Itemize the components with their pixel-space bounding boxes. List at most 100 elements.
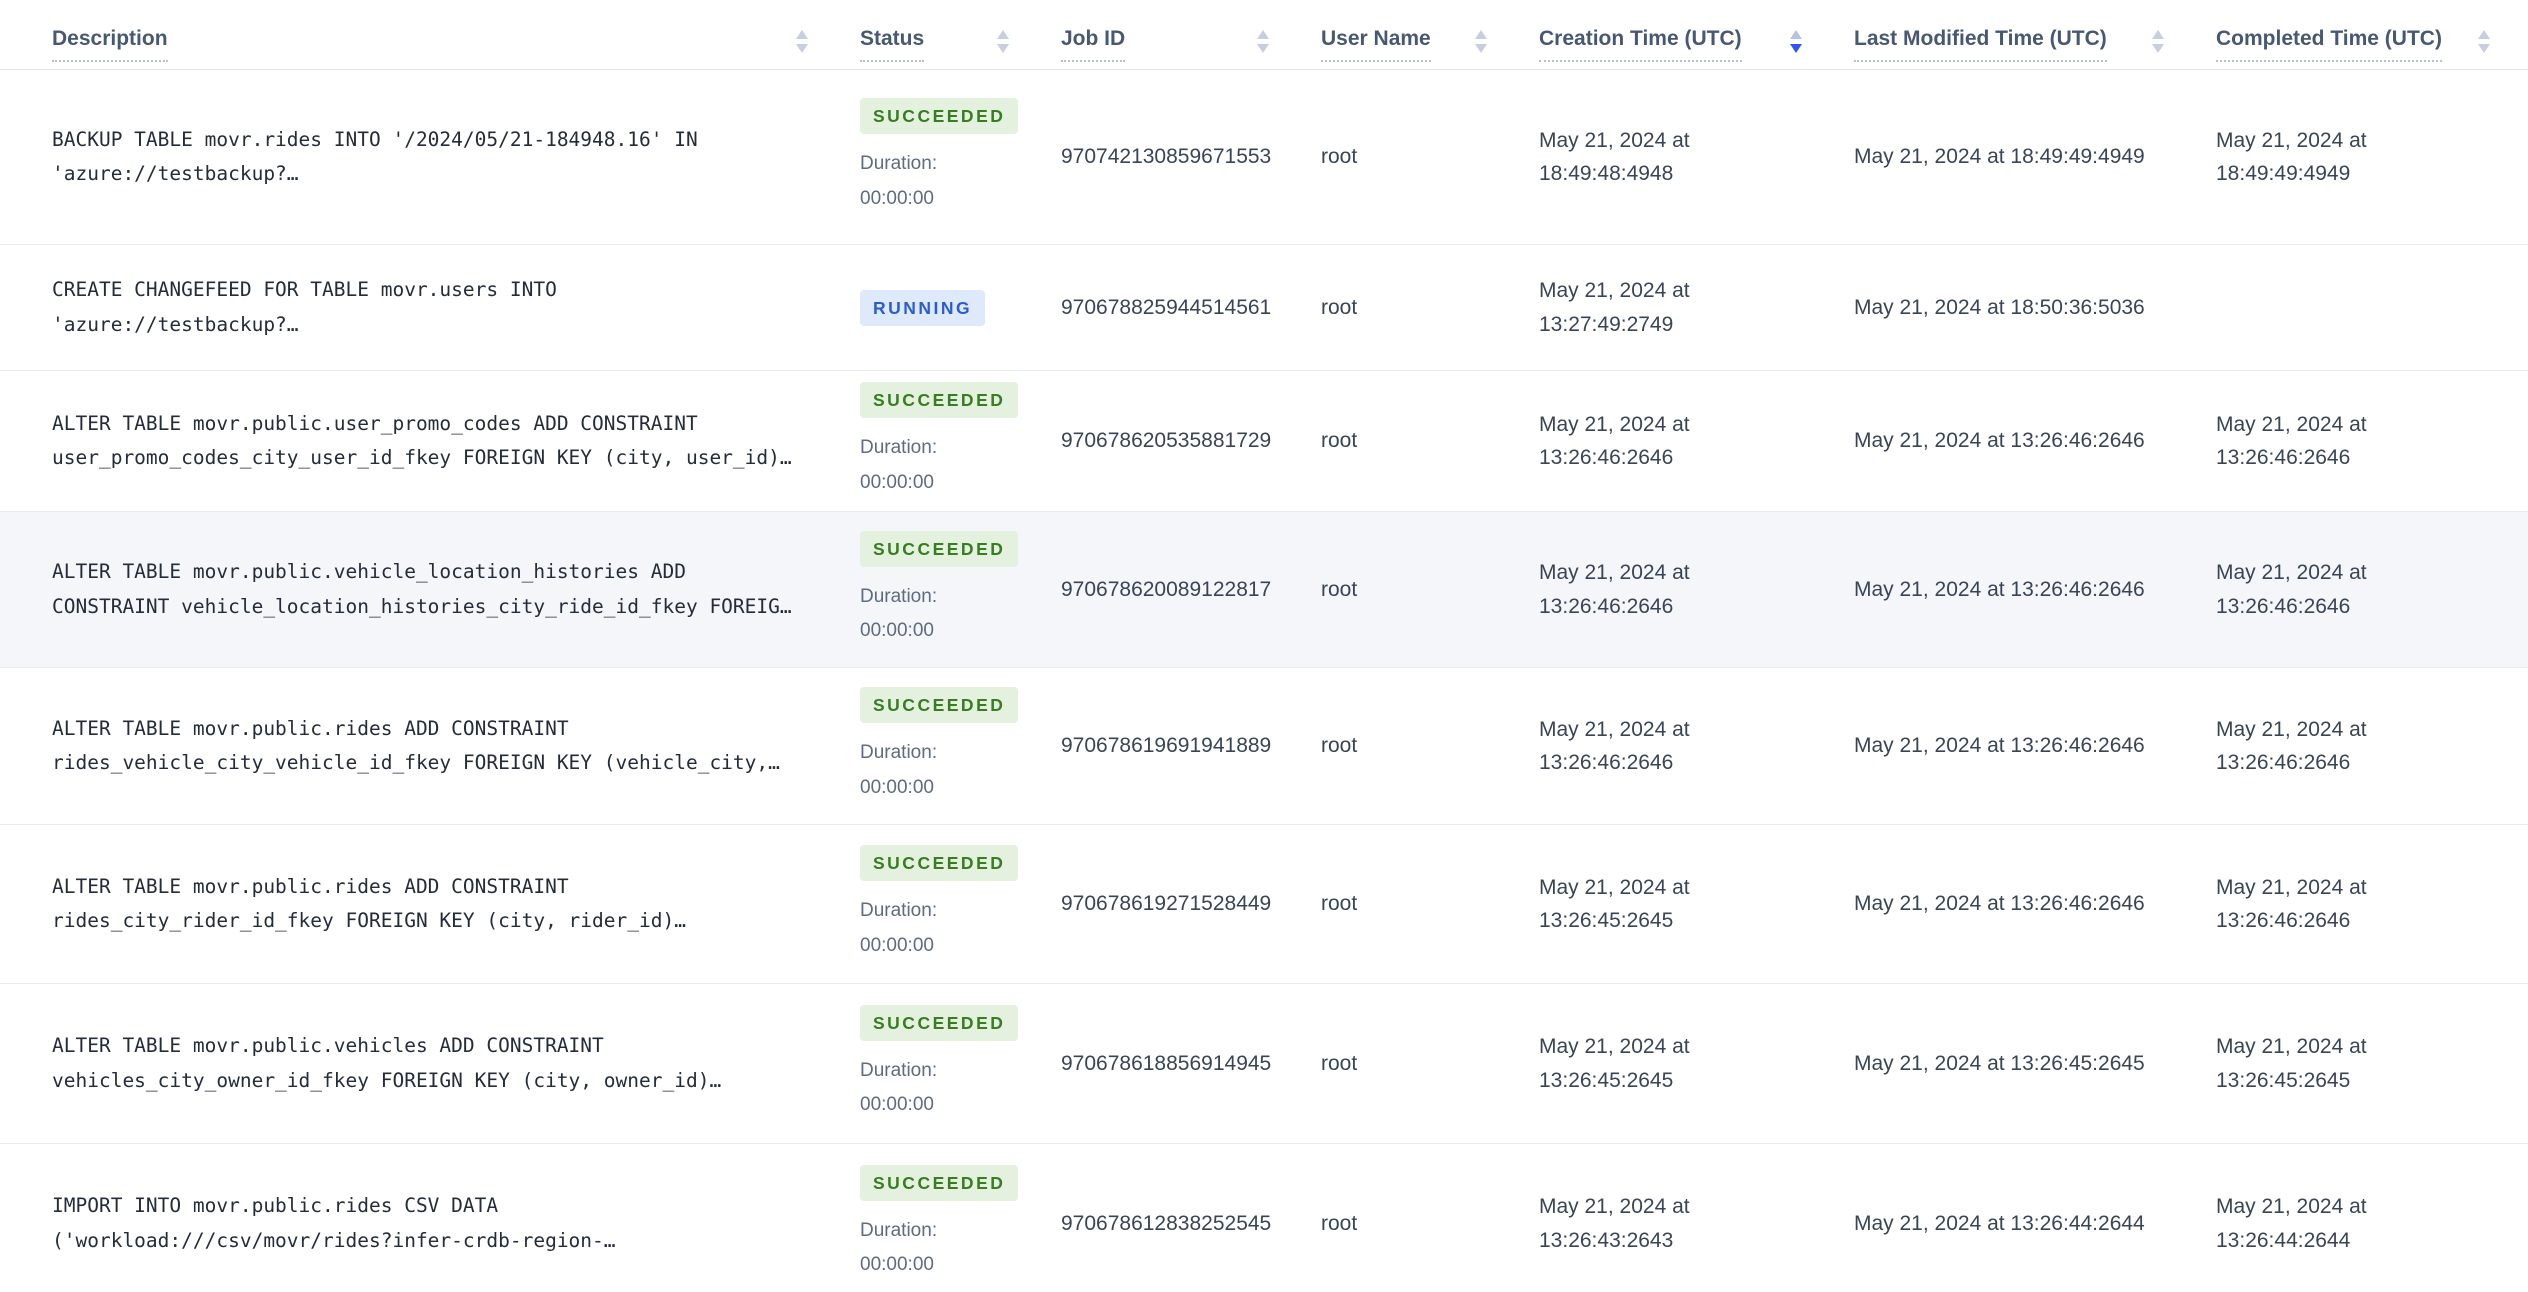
- user-name: root: [1321, 1211, 1358, 1235]
- duration-value: 00:00:00: [860, 471, 934, 493]
- job-id: 970678620089122817: [1061, 577, 1272, 601]
- sort-desc-icon: [1257, 44, 1269, 53]
- table-row[interactable]: ALTER TABLE movr.public.user_promo_codes…: [0, 371, 2528, 512]
- creation-time: May 21, 2024 at 13:26:45:2645: [1539, 875, 1690, 932]
- table-row[interactable]: ALTER TABLE movr.public.vehicle_location…: [0, 512, 2528, 668]
- last-modified-time: May 21, 2024 at 18:49:49:4949: [1854, 145, 2145, 169]
- job-duration: Duration: 00:00:00: [860, 1214, 1009, 1282]
- user-name: root: [1321, 295, 1358, 319]
- job-description: ALTER TABLE movr.public.rides ADD CONSTR…: [52, 874, 686, 932]
- duration-label: Duration:: [860, 742, 938, 764]
- sort-arrows[interactable]: [1257, 30, 1269, 53]
- job-description: IMPORT INTO movr.public.rides CSV DATA (…: [52, 1194, 616, 1252]
- column-header-label: Last Modified Time (UTC): [1854, 26, 2107, 62]
- table-row[interactable]: BACKUP TABLE movr.rides INTO '/2024/05/2…: [0, 70, 2528, 245]
- column-header-label: Description: [52, 26, 168, 62]
- job-description: BACKUP TABLE movr.rides INTO '/2024/05/2…: [52, 127, 698, 185]
- table-row[interactable]: IMPORT INTO movr.public.rides CSV DATA (…: [0, 1144, 2528, 1292]
- completed-time: May 21, 2024 at 13:26:46:2646: [2216, 717, 2367, 774]
- column-header-creation-time[interactable]: Creation Time (UTC): [1487, 0, 1802, 69]
- job-id: 970678620535881729: [1061, 429, 1272, 452]
- column-header-status[interactable]: Status: [808, 0, 1009, 69]
- column-header-job-id[interactable]: Job ID: [1009, 0, 1269, 69]
- sort-arrows[interactable]: [1475, 30, 1487, 53]
- user-name: root: [1321, 734, 1358, 757]
- job-description: CREATE CHANGEFEED FOR TABLE movr.users I…: [52, 278, 557, 336]
- duration-label: Duration:: [860, 585, 938, 607]
- user-name: root: [1321, 577, 1358, 601]
- column-header-label: Status: [860, 26, 925, 62]
- job-status-cell: RUNNING: [808, 289, 1009, 326]
- job-duration: Duration: 00:00:00: [860, 894, 1009, 962]
- table-row[interactable]: ALTER TABLE movr.public.rides ADD CONSTR…: [0, 825, 2528, 984]
- job-description: ALTER TABLE movr.public.user_promo_codes…: [52, 411, 792, 469]
- completed-time: May 21, 2024 at 13:26:46:2646: [2216, 875, 2367, 932]
- sort-desc-icon: [796, 44, 808, 53]
- job-id: 970678612838252545: [1061, 1211, 1272, 1235]
- user-name: root: [1321, 892, 1358, 915]
- job-status-cell: SUCCEEDED Duration: 00:00:00: [808, 530, 1019, 648]
- creation-time: May 21, 2024 at 13:26:46:2646: [1539, 412, 1690, 469]
- duration-label: Duration:: [860, 1219, 938, 1241]
- status-badge: SUCCEEDED: [860, 1164, 1019, 1201]
- sort-asc-icon: [796, 30, 808, 39]
- completed-time: May 21, 2024 at 18:49:49:4949: [2216, 128, 2367, 185]
- creation-time: May 21, 2024 at 13:26:43:2643: [1539, 1195, 1690, 1252]
- duration-label: Duration:: [860, 153, 938, 175]
- sort-arrows[interactable]: [2152, 30, 2164, 53]
- table-row[interactable]: ALTER TABLE movr.public.vehicles ADD CON…: [0, 984, 2528, 1144]
- duration-value: 00:00:00: [860, 187, 934, 209]
- user-name: root: [1321, 429, 1358, 452]
- column-header-completed-time[interactable]: Completed Time (UTC): [2164, 0, 2528, 69]
- column-header-description[interactable]: Description: [0, 0, 808, 69]
- column-header-user-name[interactable]: User Name: [1269, 0, 1487, 69]
- job-status-cell: SUCCEEDED Duration: 00:00:00: [808, 382, 1019, 499]
- sort-desc-icon: [1475, 44, 1487, 53]
- job-status-cell: SUCCEEDED Duration: 00:00:00: [808, 98, 1019, 215]
- table-header-row: Description Status Job ID User Name Crea…: [0, 0, 2528, 70]
- creation-time: May 21, 2024 at 13:26:46:2646: [1539, 717, 1690, 774]
- duration-value: 00:00:00: [860, 1094, 934, 1115]
- job-duration: Duration: 00:00:00: [860, 1054, 1009, 1122]
- status-badge: SUCCEEDED: [860, 845, 1019, 882]
- sort-arrows[interactable]: [2478, 30, 2490, 53]
- sort-arrows[interactable]: [997, 30, 1009, 53]
- sort-asc-icon: [1790, 30, 1802, 39]
- creation-time: May 21, 2024 at 13:26:45:2645: [1539, 1035, 1690, 1092]
- user-name: root: [1321, 1051, 1358, 1075]
- sort-asc-icon: [997, 30, 1009, 39]
- sort-desc-icon: [997, 44, 1009, 53]
- column-header-last-modified-time[interactable]: Last Modified Time (UTC): [1802, 0, 2164, 69]
- sort-asc-icon: [2152, 30, 2164, 39]
- table-row[interactable]: CREATE CHANGEFEED FOR TABLE movr.users I…: [0, 245, 2528, 371]
- sort-desc-icon: [1790, 44, 1802, 53]
- last-modified-time: May 21, 2024 at 13:26:44:2644: [1854, 1211, 2145, 1235]
- completed-time: May 21, 2024 at 13:26:44:2644: [2216, 1195, 2367, 1252]
- column-header-label: Job ID: [1061, 26, 1126, 62]
- status-badge: SUCCEEDED: [860, 1004, 1019, 1041]
- last-modified-time: May 21, 2024 at 13:26:46:2646: [1854, 734, 2145, 758]
- jobs-table: Description Status Job ID User Name Crea…: [0, 0, 2528, 1292]
- job-duration: Duration: 00:00:00: [860, 147, 1009, 215]
- completed-time: May 21, 2024 at 13:26:46:2646: [2216, 561, 2367, 618]
- table-body: BACKUP TABLE movr.rides INTO '/2024/05/2…: [0, 70, 2528, 1292]
- last-modified-time: May 21, 2024 at 13:26:46:2646: [1854, 429, 2145, 453]
- table-row[interactable]: ALTER TABLE movr.public.rides ADD CONSTR…: [0, 668, 2528, 825]
- sort-arrows[interactable]: [1790, 30, 1802, 53]
- status-badge: SUCCEEDED: [860, 530, 1019, 567]
- creation-time: May 21, 2024 at 13:26:46:2646: [1539, 561, 1690, 618]
- sort-arrows[interactable]: [796, 30, 808, 53]
- duration-label: Duration:: [860, 900, 938, 922]
- duration-value: 00:00:00: [860, 620, 934, 641]
- job-status-cell: SUCCEEDED Duration: 00:00:00: [808, 1004, 1019, 1122]
- completed-time: May 21, 2024 at 13:26:45:2645: [2216, 1035, 2367, 1092]
- job-id: 970678619691941889: [1061, 734, 1272, 757]
- column-header-label: User Name: [1321, 26, 1431, 62]
- last-modified-time: May 21, 2024 at 13:26:46:2646: [1854, 892, 2145, 916]
- sort-asc-icon: [2478, 30, 2490, 39]
- status-badge: SUCCEEDED: [860, 687, 1019, 724]
- last-modified-time: May 21, 2024 at 13:26:45:2645: [1854, 1051, 2145, 1075]
- job-duration: Duration: 00:00:00: [860, 736, 1009, 804]
- column-header-label: Completed Time (UTC): [2216, 26, 2442, 62]
- job-duration: Duration: 00:00:00: [860, 580, 1009, 648]
